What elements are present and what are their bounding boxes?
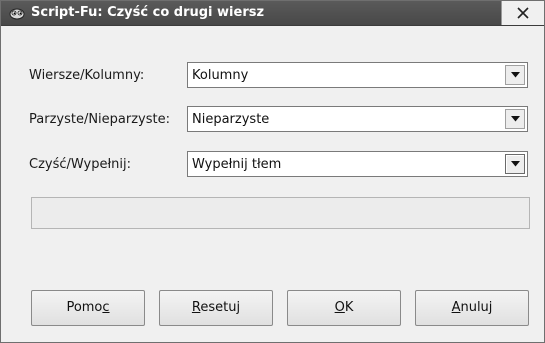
- ok-label-after: K: [344, 300, 354, 315]
- window-title: Script-Fu: Czyść co drugi wiersz: [31, 5, 265, 20]
- clear-fill-value: Wypełnij tłem: [192, 157, 282, 172]
- cancel-label-after: nuluj: [460, 300, 493, 315]
- rows-columns-value: Kolumny: [192, 68, 249, 83]
- help-button[interactable]: Pomoc: [31, 290, 145, 326]
- even-odd-label: Parzyste/Nieparzyste:: [29, 112, 170, 127]
- even-odd-value: Nieparzyste: [192, 112, 270, 127]
- close-button[interactable]: [501, 1, 544, 25]
- close-icon: [517, 7, 529, 19]
- clear-fill-dropdown-button[interactable]: [505, 154, 525, 174]
- script-fu-dialog: Script-Fu: Czyść co drugi wiersz Wiersze…: [0, 0, 545, 343]
- chevron-down-icon: [511, 116, 520, 122]
- help-label-mnemonic: c: [102, 300, 110, 315]
- clear-fill-combo[interactable]: Wypełnij tłem: [187, 151, 528, 177]
- title-bar[interactable]: Script-Fu: Czyść co drugi wiersz: [1, 1, 544, 26]
- even-odd-dropdown-button[interactable]: [505, 109, 525, 129]
- help-label-before: Pomo: [66, 300, 103, 315]
- even-odd-combo[interactable]: Nieparzyste: [187, 106, 528, 132]
- cancel-button[interactable]: Anuluj: [415, 290, 529, 326]
- clear-fill-label: Czyść/Wypełnij:: [29, 157, 132, 172]
- reset-label-after: esetuj: [200, 300, 241, 315]
- chevron-down-icon: [511, 72, 520, 78]
- rows-columns-dropdown-button[interactable]: [505, 65, 525, 85]
- reset-button[interactable]: Resetuj: [159, 290, 273, 326]
- ok-label-mnemonic: O: [334, 300, 345, 315]
- rows-columns-label: Wiersze/Kolumny:: [29, 68, 145, 83]
- script-fu-eye-icon: [9, 5, 25, 21]
- chevron-down-icon: [511, 161, 520, 167]
- rows-columns-combo[interactable]: Kolumny: [187, 62, 528, 88]
- progress-bar: [31, 197, 530, 229]
- ok-button[interactable]: OK: [287, 290, 401, 326]
